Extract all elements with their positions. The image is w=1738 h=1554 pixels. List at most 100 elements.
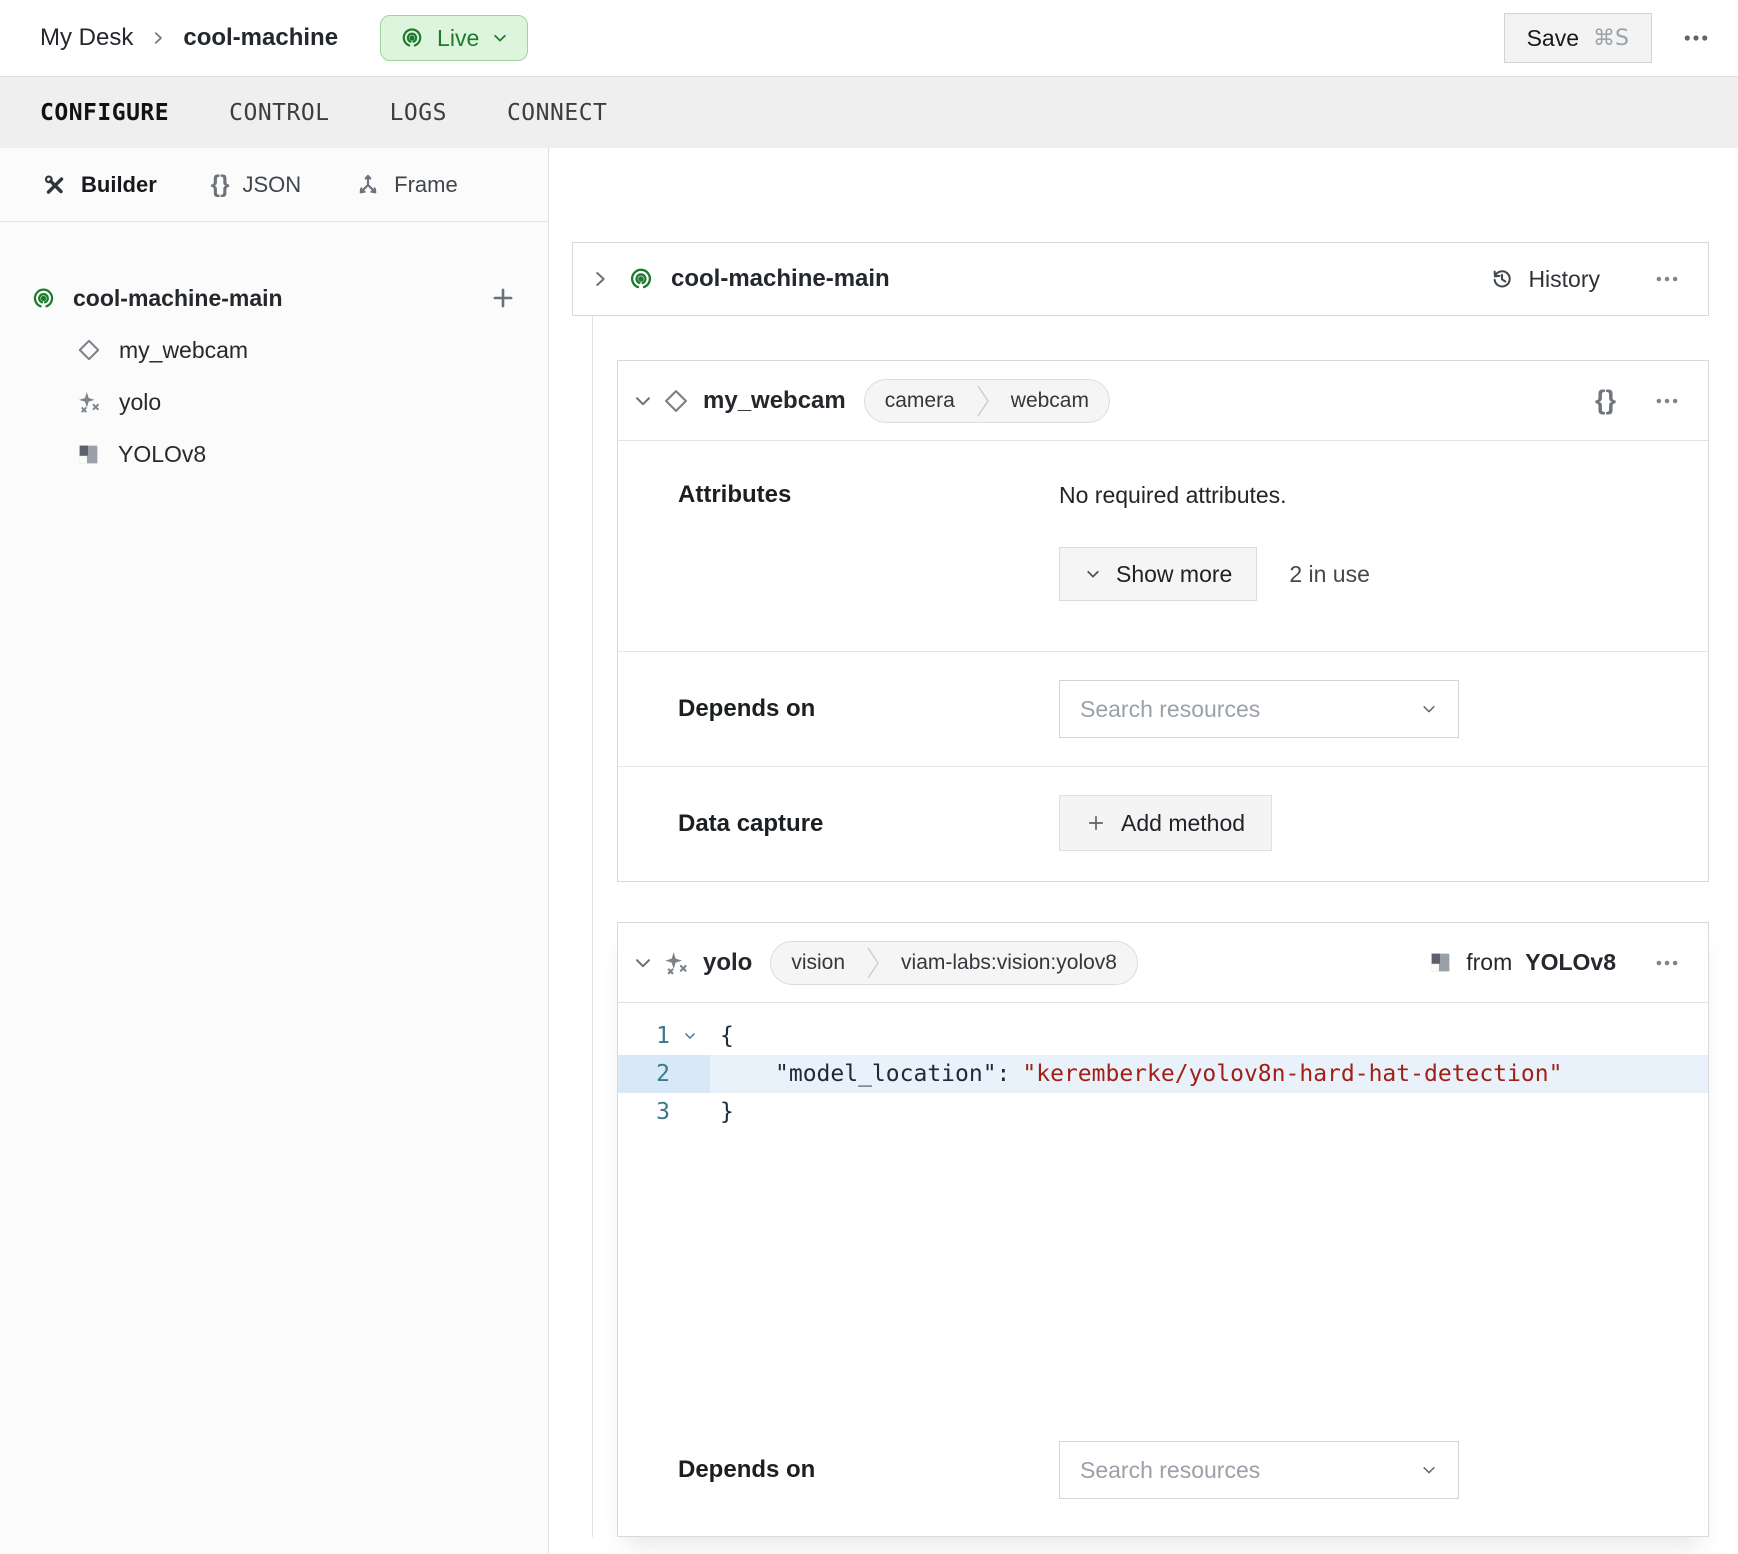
attributes-section: Attributes No required attributes. Show … (618, 441, 1708, 651)
chevron-down-icon (1420, 700, 1438, 718)
breadcrumb-current: cool-machine (183, 24, 338, 52)
mode-json[interactable]: {} JSON (211, 171, 301, 199)
attributes-note: No required attributes. (1059, 481, 1370, 509)
chevron-down-icon (632, 952, 654, 974)
depends-on-placeholder: Search resources (1080, 696, 1260, 723)
service-card-header: yolo vision viam-labs:vision:yolov8 (618, 923, 1708, 1003)
tree-item-label: cool-machine-main (73, 285, 283, 312)
camera-component-icon (662, 387, 690, 415)
card-collapse-toggle[interactable] (632, 952, 654, 974)
add-method-button[interactable]: Add method (1059, 795, 1272, 851)
chevron-right-icon (589, 268, 611, 290)
mode-frame-label: Frame (394, 172, 458, 198)
depends-on-section: Depends on Search resources (618, 1411, 1708, 1536)
header-actions: Save ⌘S (1504, 13, 1710, 63)
history-label: History (1528, 266, 1600, 293)
breadcrumb: My Desk cool-machine Live (40, 15, 528, 61)
live-broadcast-icon (399, 25, 425, 51)
chevron-right-icon (149, 29, 167, 47)
from-module-indicator: from YOLOv8 (1428, 949, 1616, 976)
tab-configure[interactable]: CONFIGURE (40, 100, 169, 126)
header-overflow-menu-button[interactable] (1682, 24, 1710, 52)
data-capture-label: Data capture (678, 795, 1059, 853)
line-number: 3 (618, 1093, 670, 1131)
component-type-model-pill: camera webcam (864, 379, 1110, 423)
tree-item-my-webcam[interactable]: my_webcam (0, 324, 548, 376)
configure-sidebar: Builder {} JSON Frame (0, 148, 549, 1554)
pill-divider (865, 942, 881, 984)
live-broadcast-icon (627, 265, 655, 293)
depends-on-select[interactable]: Search resources (1059, 1441, 1459, 1499)
module-icon (76, 442, 101, 467)
chevron-down-icon (1420, 1461, 1438, 1479)
part-collapse-toggle[interactable] (589, 268, 611, 290)
json-key: "model_location": (775, 1061, 1010, 1087)
depends-on-section: Depends on Search resources (618, 651, 1708, 766)
depends-on-label: Depends on (678, 1441, 1059, 1499)
json-value: "keremberke/yolov8n-hard-hat-detection" (1022, 1061, 1562, 1087)
card-collapse-toggle[interactable] (632, 390, 654, 412)
component-card-header: my_webcam camera webcam {} (618, 361, 1708, 441)
chevron-down-icon (1084, 565, 1102, 583)
tree-item-label: yolo (119, 389, 161, 416)
live-broadcast-icon (30, 285, 57, 312)
braces-icon: {} (211, 171, 230, 199)
service-model: viam-labs:vision:yolov8 (881, 951, 1137, 975)
plus-icon (1086, 813, 1106, 833)
ellipsis-icon (1654, 388, 1680, 414)
attributes-in-use-count: 2 in use (1289, 561, 1370, 588)
service-overflow-menu-button[interactable] (1654, 950, 1680, 976)
breadcrumb-parent-link[interactable]: My Desk (40, 24, 133, 52)
ellipsis-icon (1654, 950, 1680, 976)
attributes-content: No required attributes. Show more 2 in u… (1059, 481, 1370, 601)
resource-tree: cool-machine-main my_webcam (0, 222, 548, 480)
tab-connect[interactable]: CONNECT (507, 100, 607, 126)
part-title: cool-machine-main (671, 265, 890, 293)
show-more-button[interactable]: Show more (1059, 547, 1257, 601)
code-text: "model_location": "keremberke/yolov8n-har… (710, 1055, 1562, 1093)
depends-on-select[interactable]: Search resources (1059, 680, 1459, 738)
configure-main-panel: cool-machine-main History (549, 148, 1738, 1554)
data-capture-section: Data capture Add method (618, 766, 1708, 881)
frame-axes-icon (355, 172, 381, 198)
component-card-my-webcam: my_webcam camera webcam {} (617, 360, 1709, 882)
depends-on-placeholder: Search resources (1080, 1457, 1260, 1484)
part-overflow-menu-button[interactable] (1654, 266, 1680, 292)
braces-icon: {} (1595, 385, 1616, 415)
mode-json-label: JSON (242, 172, 301, 198)
json-attributes-editor[interactable]: 1 { 2 "model_location":"keremberke/yolo (618, 1003, 1708, 1411)
save-button[interactable]: Save ⌘S (1504, 13, 1652, 63)
tools-icon (42, 172, 68, 198)
depends-on-label: Depends on (678, 680, 1059, 738)
service-type: vision (771, 951, 865, 975)
mode-builder[interactable]: Builder (42, 172, 157, 198)
mode-frame[interactable]: Frame (355, 172, 458, 198)
service-name: yolo (703, 949, 752, 977)
tree-item-machine-part[interactable]: cool-machine-main (0, 272, 548, 324)
code-text: { (710, 1017, 734, 1055)
machine-status-dropdown[interactable]: Live (380, 15, 528, 61)
component-model: webcam (991, 389, 1109, 413)
code-line-3: 3 } (618, 1093, 1708, 1131)
tree-item-label: my_webcam (119, 337, 248, 364)
component-name: my_webcam (703, 387, 846, 415)
add-component-button[interactable] (490, 285, 516, 311)
tree-item-yolo[interactable]: yolo (0, 376, 548, 428)
tree-item-yolov8-module[interactable]: YOLOv8 (0, 428, 548, 480)
history-button[interactable]: History (1489, 266, 1600, 293)
config-mode-switcher: Builder {} JSON Frame (0, 148, 548, 222)
service-card-yolo: yolo vision viam-labs:vision:yolov8 (617, 922, 1709, 1537)
tab-logs[interactable]: LOGS (390, 100, 447, 126)
live-badge-label: Live (437, 25, 479, 52)
component-overflow-menu-button[interactable] (1654, 388, 1680, 414)
vision-service-icon (76, 389, 102, 415)
chevron-down-icon (632, 390, 654, 412)
code-fold-toggle[interactable] (670, 1017, 710, 1055)
ellipsis-icon (1654, 266, 1680, 292)
chevron-down-icon (491, 29, 509, 47)
tab-control[interactable]: CONTROL (229, 100, 329, 126)
save-shortcut: ⌘S (1593, 26, 1629, 51)
edit-json-button[interactable]: {} (1595, 385, 1616, 416)
vision-service-icon (662, 949, 690, 977)
tree-item-label: YOLOv8 (118, 441, 206, 468)
